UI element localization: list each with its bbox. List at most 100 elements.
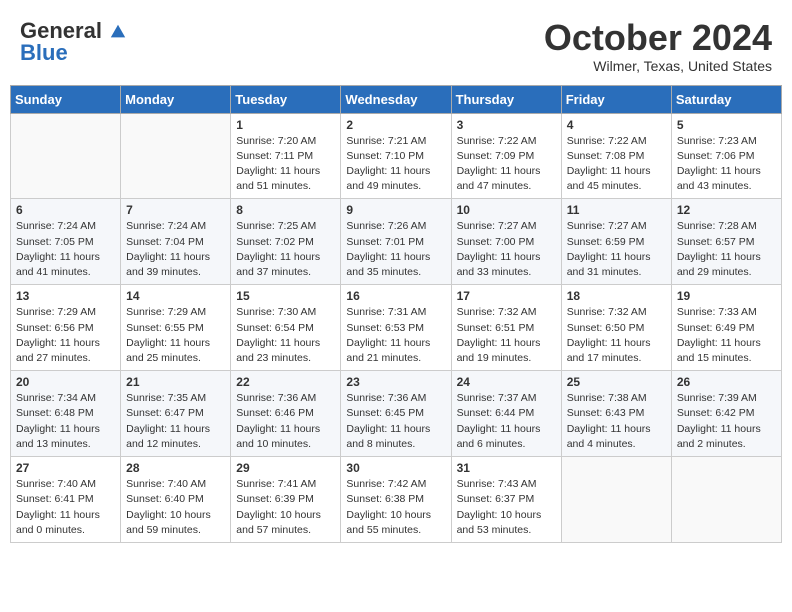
calendar-cell xyxy=(561,457,671,543)
daylight-text: Daylight: 11 hours and 23 minutes. xyxy=(236,336,335,366)
location: Wilmer, Texas, United States xyxy=(544,58,772,74)
sunset-text: Sunset: 7:06 PM xyxy=(677,149,776,164)
day-info: Sunrise: 7:37 AMSunset: 6:44 PMDaylight:… xyxy=(457,391,556,452)
day-number: 10 xyxy=(457,203,556,217)
day-info: Sunrise: 7:32 AMSunset: 6:50 PMDaylight:… xyxy=(567,305,666,366)
sunset-text: Sunset: 7:09 PM xyxy=(457,149,556,164)
sunset-text: Sunset: 6:50 PM xyxy=(567,321,666,336)
day-info: Sunrise: 7:32 AMSunset: 6:51 PMDaylight:… xyxy=(457,305,556,366)
day-info: Sunrise: 7:23 AMSunset: 7:06 PMDaylight:… xyxy=(677,134,776,195)
day-number: 3 xyxy=(457,118,556,132)
sunrise-text: Sunrise: 7:21 AM xyxy=(346,134,445,149)
sunrise-text: Sunrise: 7:31 AM xyxy=(346,305,445,320)
sunset-text: Sunset: 7:11 PM xyxy=(236,149,335,164)
page-header: General Blue October 2024 Wilmer, Texas,… xyxy=(10,10,782,79)
day-info: Sunrise: 7:36 AMSunset: 6:46 PMDaylight:… xyxy=(236,391,335,452)
calendar-week-row: 27Sunrise: 7:40 AMSunset: 6:41 PMDayligh… xyxy=(11,457,782,543)
daylight-text: Daylight: 11 hours and 49 minutes. xyxy=(346,164,445,194)
day-number: 19 xyxy=(677,289,776,303)
calendar-cell xyxy=(671,457,781,543)
sunrise-text: Sunrise: 7:40 AM xyxy=(126,477,225,492)
sunrise-text: Sunrise: 7:36 AM xyxy=(346,391,445,406)
sunset-text: Sunset: 6:46 PM xyxy=(236,406,335,421)
calendar-table: SundayMondayTuesdayWednesdayThursdayFrid… xyxy=(10,85,782,543)
calendar-header-tuesday: Tuesday xyxy=(231,85,341,113)
sunrise-text: Sunrise: 7:25 AM xyxy=(236,219,335,234)
sunrise-text: Sunrise: 7:22 AM xyxy=(567,134,666,149)
sunrise-text: Sunrise: 7:40 AM xyxy=(16,477,115,492)
calendar-cell: 13Sunrise: 7:29 AMSunset: 6:56 PMDayligh… xyxy=(11,285,121,371)
daylight-text: Daylight: 11 hours and 19 minutes. xyxy=(457,336,556,366)
day-number: 25 xyxy=(567,375,666,389)
sunset-text: Sunset: 6:55 PM xyxy=(126,321,225,336)
sunset-text: Sunset: 6:48 PM xyxy=(16,406,115,421)
day-number: 26 xyxy=(677,375,776,389)
calendar-cell: 2Sunrise: 7:21 AMSunset: 7:10 PMDaylight… xyxy=(341,113,451,199)
daylight-text: Daylight: 11 hours and 0 minutes. xyxy=(16,508,115,538)
day-info: Sunrise: 7:43 AMSunset: 6:37 PMDaylight:… xyxy=(457,477,556,538)
day-info: Sunrise: 7:26 AMSunset: 7:01 PMDaylight:… xyxy=(346,219,445,280)
calendar-cell: 11 Sunrise: 7:27 AMSunset: 6:59 PMDayligh… xyxy=(561,199,671,285)
calendar-header-saturday: Saturday xyxy=(671,85,781,113)
calendar-cell: 29Sunrise: 7:41 AMSunset: 6:39 PMDayligh… xyxy=(231,457,341,543)
sunset-text: Sunset: 6:44 PM xyxy=(457,406,556,421)
day-number: 17 xyxy=(457,289,556,303)
calendar-cell: 16Sunrise: 7:31 AMSunset: 6:53 PMDayligh… xyxy=(341,285,451,371)
daylight-text: Daylight: 11 hours and 21 minutes. xyxy=(346,336,445,366)
calendar-header-wednesday: Wednesday xyxy=(341,85,451,113)
daylight-text: Daylight: 10 hours and 53 minutes. xyxy=(457,508,556,538)
calendar-cell: 7Sunrise: 7:24 AMSunset: 7:04 PMDaylight… xyxy=(121,199,231,285)
calendar-cell: 24 Sunrise: 7:37 AMSunset: 6:44 PMDayligh… xyxy=(451,371,561,457)
day-number: 30 xyxy=(346,461,445,475)
daylight-text: Daylight: 10 hours and 59 minutes. xyxy=(126,508,225,538)
daylight-text: Daylight: 11 hours and 37 minutes. xyxy=(236,250,335,280)
day-info: Sunrise: 7:39 AMSunset: 6:42 PMDaylight:… xyxy=(677,391,776,452)
sunset-text: Sunset: 6:41 PM xyxy=(16,492,115,507)
day-number: 11 xyxy=(567,203,666,217)
calendar-week-row: 13Sunrise: 7:29 AMSunset: 6:56 PMDayligh… xyxy=(11,285,782,371)
day-number: 20 xyxy=(16,375,115,389)
sunrise-text: Sunrise: 7:32 AM xyxy=(457,305,556,320)
sunrise-text: Sunrise: 7:38 AM xyxy=(567,391,666,406)
day-number: 24 xyxy=(457,375,556,389)
day-info: Sunrise: 7:24 AMSunset: 7:05 PMDaylight:… xyxy=(16,219,115,280)
calendar-cell: 3Sunrise: 7:22 AMSunset: 7:09 PMDaylight… xyxy=(451,113,561,199)
daylight-text: Daylight: 11 hours and 41 minutes. xyxy=(16,250,115,280)
day-number: 7 xyxy=(126,203,225,217)
sunrise-text: Sunrise: 7:34 AM xyxy=(16,391,115,406)
day-info: Sunrise: 7:33 AMSunset: 6:49 PMDaylight:… xyxy=(677,305,776,366)
sunset-text: Sunset: 7:08 PM xyxy=(567,149,666,164)
day-number: 2 xyxy=(346,118,445,132)
daylight-text: Daylight: 11 hours and 45 minutes. xyxy=(567,164,666,194)
calendar-cell: 6Sunrise: 7:24 AMSunset: 7:05 PMDaylight… xyxy=(11,199,121,285)
daylight-text: Daylight: 11 hours and 43 minutes. xyxy=(677,164,776,194)
calendar-cell: 23Sunrise: 7:36 AMSunset: 6:45 PMDayligh… xyxy=(341,371,451,457)
day-info: Sunrise: 7:27 AMSunset: 6:59 PMDaylight:… xyxy=(567,219,666,280)
sunrise-text: Sunrise: 7:29 AM xyxy=(16,305,115,320)
daylight-text: Daylight: 11 hours and 31 minutes. xyxy=(567,250,666,280)
daylight-text: Daylight: 11 hours and 12 minutes. xyxy=(126,422,225,452)
sunrise-text: Sunrise: 7:33 AM xyxy=(677,305,776,320)
daylight-text: Daylight: 11 hours and 35 minutes. xyxy=(346,250,445,280)
day-info: Sunrise: 7:28 AMSunset: 6:57 PMDaylight:… xyxy=(677,219,776,280)
sunset-text: Sunset: 7:01 PM xyxy=(346,235,445,250)
calendar-cell: 21Sunrise: 7:35 AMSunset: 6:47 PMDayligh… xyxy=(121,371,231,457)
daylight-text: Daylight: 10 hours and 57 minutes. xyxy=(236,508,335,538)
calendar-cell: 18Sunrise: 7:32 AMSunset: 6:50 PMDayligh… xyxy=(561,285,671,371)
calendar-cell: 4Sunrise: 7:22 AMSunset: 7:08 PMDaylight… xyxy=(561,113,671,199)
day-number: 13 xyxy=(16,289,115,303)
daylight-text: Daylight: 11 hours and 27 minutes. xyxy=(16,336,115,366)
daylight-text: Daylight: 11 hours and 2 minutes. xyxy=(677,422,776,452)
calendar-week-row: 1Sunrise: 7:20 AMSunset: 7:11 PMDaylight… xyxy=(11,113,782,199)
calendar-cell: 25Sunrise: 7:38 AMSunset: 6:43 PMDayligh… xyxy=(561,371,671,457)
calendar-cell: 14Sunrise: 7:29 AMSunset: 6:55 PMDayligh… xyxy=(121,285,231,371)
daylight-text: Daylight: 11 hours and 13 minutes. xyxy=(16,422,115,452)
day-number: 12 xyxy=(677,203,776,217)
sunrise-text: Sunrise: 7:23 AM xyxy=(677,134,776,149)
day-number: 28 xyxy=(126,461,225,475)
sunset-text: Sunset: 6:51 PM xyxy=(457,321,556,336)
calendar-cell: 1Sunrise: 7:20 AMSunset: 7:11 PMDaylight… xyxy=(231,113,341,199)
sunset-text: Sunset: 7:02 PM xyxy=(236,235,335,250)
title-block: October 2024 Wilmer, Texas, United State… xyxy=(544,18,772,74)
sunset-text: Sunset: 6:57 PM xyxy=(677,235,776,250)
